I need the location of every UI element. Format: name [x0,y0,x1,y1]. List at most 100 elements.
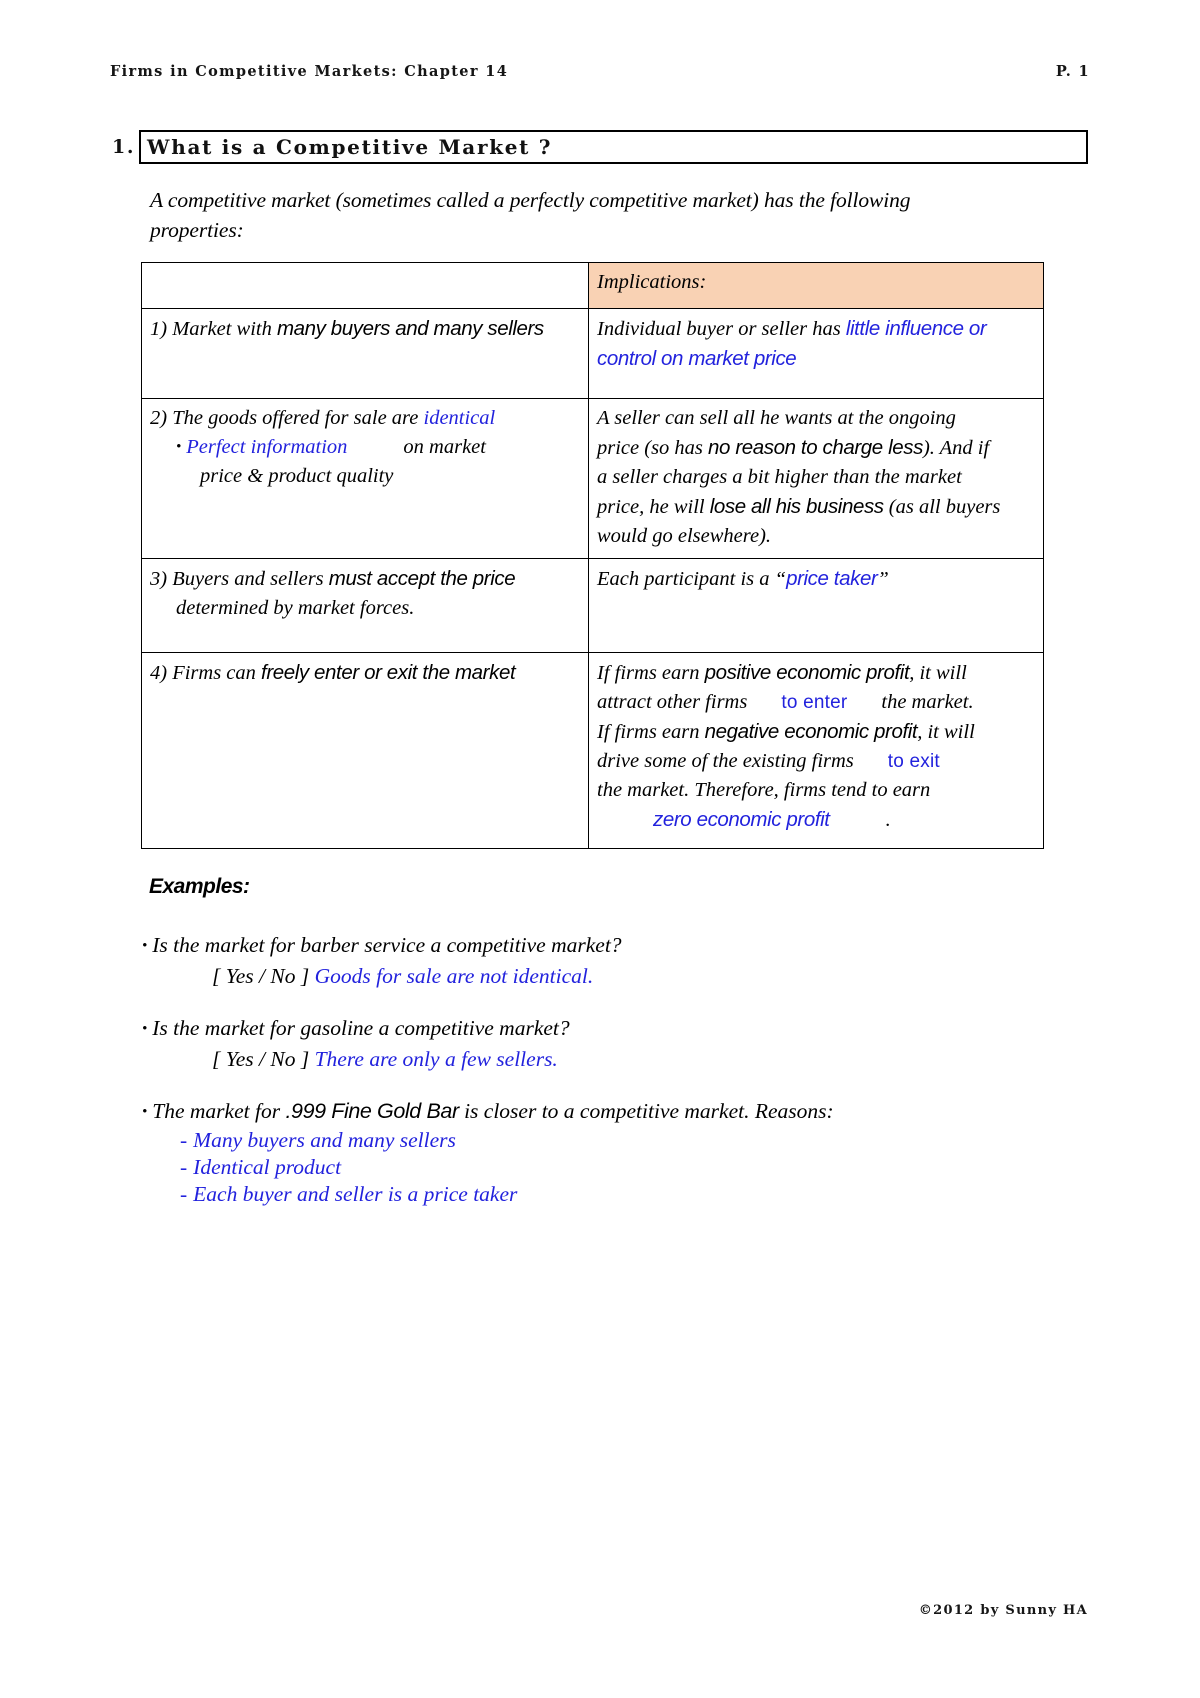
implication-3-cell: Each participant is a “price taker” [588,558,1044,653]
implication-4-period: . [885,809,891,831]
implication-2-line2a: price (so has [597,437,709,459]
implication-4-cell: If firms earn positive economic profit, … [588,652,1044,849]
example-3-lead-line: • The market for .999 Fine Gold Bar is cl… [142,1096,1042,1127]
property-3-cell: 3) Buyers and sellers must accept the pr… [141,558,589,653]
property-2-bullet-line2: price & product quality [200,465,394,487]
property-3-number: 3) [150,568,168,590]
table-header-row: Implications: [141,262,1044,309]
implication-4-line3-emph: negative economic profit [704,720,918,743]
bullet-dot-icon: • [142,1021,148,1037]
example-3-reason-3: - Each buyer and seller is a price taker [142,1181,1042,1208]
property-1-number: 1) [150,318,168,340]
example-3-reason-2-text: Identical product [193,1155,342,1179]
examples-heading: Examples: [149,875,250,898]
example-3-reason-1: - Many buyers and many sellers [142,1127,1042,1154]
example-2-choice: [ Yes / No ] [212,1047,310,1071]
example-3-reason-3-text: Each buyer and seller is a price taker [193,1182,518,1206]
property-1-text-emph: many buyers and many sellers [276,317,544,340]
implication-4-line3c: , it will [917,721,975,743]
table-row: 3) Buyers and sellers must accept the pr… [141,558,1044,653]
property-4-number: 4) [150,662,168,684]
property-2-cell: 2) The goods offered for sale are identi… [141,398,589,559]
implication-4-line1-emph: positive economic profit [704,661,910,684]
example-1-question: Is the market for barber service a compe… [152,933,622,957]
implication-1-text: Individual buyer or seller has [597,318,846,340]
implication-2-line5: would go elsewhere). [597,525,772,547]
bullet-dot-icon: • [176,439,182,455]
intro-paragraph: A competitive market (sometimes called a… [150,185,1000,245]
implication-2-cell: A seller can sell all he wants at the on… [588,398,1044,559]
running-header: Firms in Competitive Markets: Chapter 14… [110,63,1090,80]
example-1-answer-line: [ Yes / No ] Goods for sale are not iden… [142,961,1042,991]
implication-2-line2c: ). And if [922,437,990,459]
quote-open: “ [774,568,787,590]
property-2-bullet-rest-1: on market [403,436,486,458]
property-4-text-a: Firms can [172,662,262,684]
bullet-dot-icon: • [142,1104,148,1120]
section-number: 1. [112,136,136,158]
table-row: 1) Market with many buyers and many sell… [141,308,1044,399]
property-4-cell: 4) Firms can freely enter or exit the ma… [141,652,589,849]
implication-4-line5: the market. Therefore, firms tend to ear… [597,779,931,801]
implication-4-line1a: If firms earn [597,662,705,684]
footer-copyright: ©2012 by Sunny HA [918,1603,1088,1618]
example-item-1: • Is the market for barber service a comp… [142,930,1042,991]
dash-icon: - [180,1155,188,1179]
implication-4-line1c: , it will [909,662,967,684]
example-1-question-line: • Is the market for barber service a comp… [142,930,1042,961]
implication-3-text: Each participant is a [597,568,775,590]
implication-2-line3: a seller charges a bit higher than the m… [597,466,962,488]
property-1-cell: 1) Market with many buyers and many sell… [141,308,589,399]
example-2-answer: There are only a few sellers. [314,1047,558,1071]
implication-4-line2b: the market. [881,691,974,713]
section-title-box: What is a Competitive Market ? [139,130,1088,164]
implication-2-line4a: price, he will [597,496,710,518]
property-3-text-a: Buyers and sellers [172,568,329,590]
document-page: Firms in Competitive Markets: Chapter 14… [0,0,1200,1698]
header-chapter-title: Firms in Competitive Markets: Chapter 14 [110,63,509,80]
property-2-bullet-answer: Perfect information [186,436,348,458]
implication-4-answer-enter: to enter [781,692,848,713]
bullet-dot-icon: • [142,938,148,954]
header-page-number: P. 1 [1055,63,1090,80]
dash-icon: - [180,1182,188,1206]
quote-close: ” [877,568,889,590]
example-3-lead-c: is closer to a competitive market. Reaso… [458,1099,834,1123]
implication-4-line4a: drive some of the existing firms [597,750,854,772]
example-item-2: • Is the market for gasoline a competitiv… [142,1013,1042,1074]
example-2-question: Is the market for gasoline a competitive… [152,1016,570,1040]
implication-2-line1: A seller can sell all he wants at the on… [597,407,956,429]
example-2-question-line: • Is the market for gasoline a competitiv… [142,1013,1042,1044]
property-3-text-emph: must accept the price [328,567,516,590]
table-header-implications-cell: Implications: [588,262,1044,309]
example-item-3: • The market for .999 Fine Gold Bar is cl… [142,1096,1042,1208]
example-1-answer: Goods for sale are not identical. [314,964,594,988]
example-3-reason-1-text: Many buyers and many sellers [193,1128,456,1152]
implication-2-line2-emph: no reason to charge less [708,436,923,459]
implication-4-answer-zero-profit: zero economic profit [653,808,830,831]
property-2-number: 2) [150,407,168,429]
implication-2-line4c: (as all buyers [883,496,1001,518]
property-2-bullet: • Perfect information on market [150,433,580,462]
example-3-reason-2: - Identical product [142,1154,1042,1181]
implication-3-answer: price taker [786,567,878,590]
implication-4-line2a: attract other firms [597,691,748,713]
properties-table: Implications: 1) Market with many buyers… [141,262,1044,849]
property-2-text-a: The goods offered for sale are [172,407,424,429]
intro-text: A competitive market (sometimes called a… [150,188,911,242]
implication-2-line4-emph: lose all his business [709,495,884,518]
example-3-lead-a: The market for [152,1099,286,1123]
table-row: 4) Firms can freely enter or exit the ma… [141,652,1044,849]
example-3-lead-emph: .999 Fine Gold Bar [285,1099,459,1123]
property-1-text-a: Market with [172,318,277,340]
example-1-choice: [ Yes / No ] [212,964,310,988]
implication-4-line3a: If firms earn [597,721,705,743]
property-2-answer: identical [423,407,496,429]
table-header-blank-cell [141,262,589,309]
implication-4-answer-exit: to exit [887,751,940,772]
dash-icon: - [180,1128,188,1152]
section-title: 1. What is a Competitive Market ? [112,130,1088,164]
property-4-text-emph: freely enter or exit the market [261,661,516,684]
table-row: 2) The goods offered for sale are identi… [141,398,1044,559]
property-3-line2: determined by market forces. [176,597,415,619]
